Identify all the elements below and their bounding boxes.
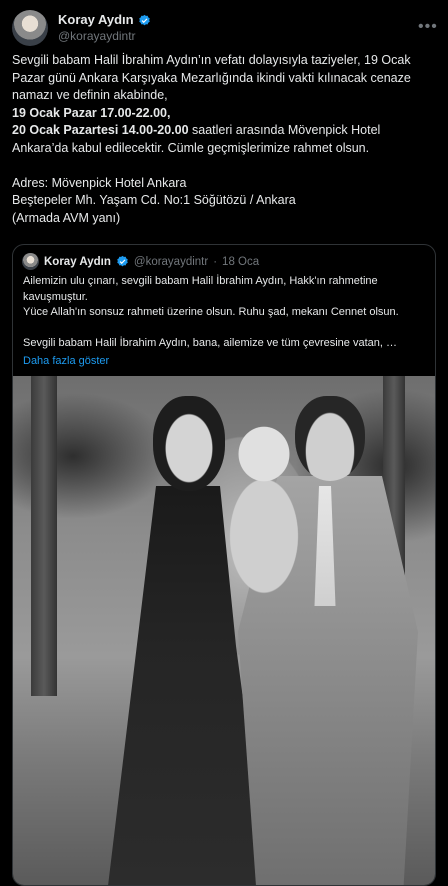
quoted-text-spacer [23, 321, 427, 337]
quoted-tweet[interactable]: Koray Aydın @korayaydintr · 18 Oca Ailem… [12, 244, 436, 886]
tweet-text-time1: 19 Ocak Pazar 17.00-22.00, [12, 105, 171, 120]
photo-woman-head [153, 396, 225, 491]
author-names: Koray Aydın @korayaydintr [58, 12, 151, 44]
quoted-author-avatar [22, 253, 39, 270]
tweet-address-note: (Armada AVM yanı) [12, 210, 121, 225]
author-avatar[interactable] [12, 10, 48, 46]
quoted-author-handle: @korayaydintr [133, 255, 209, 268]
quoted-text-line2: Yüce Allah'ın sonsuz rahmeti üzerine ols… [23, 306, 399, 318]
tweet-body: Sevgili babam Halil İbrahim Aydın’ın vef… [12, 52, 436, 227]
quoted-tweet-body: Ailemizin ulu çınarı, sevgili babam Hali… [23, 274, 427, 369]
more-icon[interactable]: ••• [418, 18, 437, 36]
author-display-name[interactable]: Koray Aydın [58, 12, 134, 28]
photo-baby-figure [219, 416, 309, 606]
tweet-text-spacer [12, 157, 436, 175]
show-more-link[interactable]: Daha fazla göster [23, 354, 427, 370]
quoted-separator: · [213, 255, 218, 268]
tree-trunk-left [31, 376, 57, 696]
tweet-header: Koray Aydın @korayaydintr ••• [12, 10, 437, 46]
tweet-text-time2-row: 20 Ocak Pazartesi 14.00-20.00 saatleri a… [12, 122, 436, 157]
family-photo[interactable] [13, 376, 435, 885]
tweet-address-label: Adres: Mövenpick Hotel Ankara [12, 175, 187, 190]
quoted-text-line3: Sevgili babam Halil İbrahim Aydın, bana,… [23, 337, 397, 349]
quoted-author-display-name: Koray Aydın [44, 255, 111, 268]
tweet-text-time2: 20 Ocak Pazartesi 14.00-20.00 [12, 123, 189, 137]
verified-badge-icon [117, 255, 128, 267]
author-handle[interactable]: @korayaydintr [58, 28, 151, 44]
verified-badge-icon [138, 14, 150, 25]
tweet-address-line: Beştepeler Mh. Yaşam Cd. No:1 Söğütözü /… [12, 193, 296, 207]
quoted-tweet-header: Koray Aydın @korayaydintr · 18 Oca [22, 253, 259, 270]
tweet-text-line1: Sevgili babam Halil İbrahim Aydın’ın vef… [12, 53, 415, 102]
quoted-text-line1: Ailemizin ulu çınarı, sevgili babam Hali… [23, 275, 378, 303]
quoted-date: 18 Oca [222, 255, 260, 268]
